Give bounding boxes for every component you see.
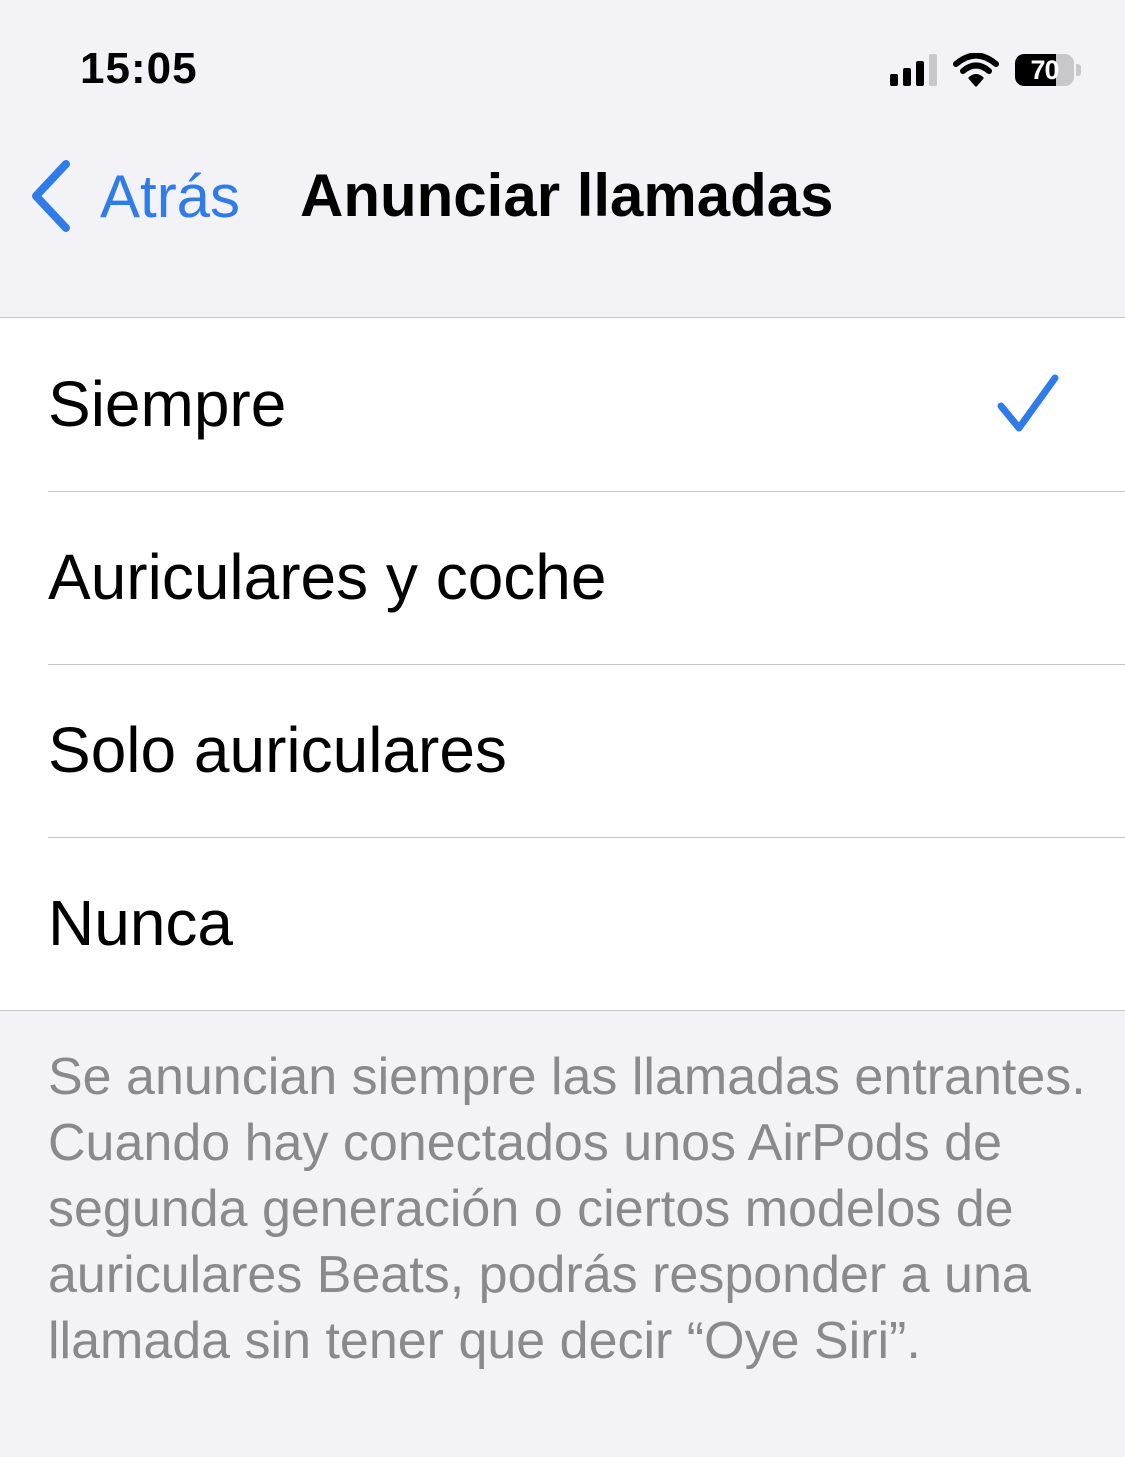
back-button[interactable]: Atrás <box>28 158 240 234</box>
chevron-left-icon <box>32 160 70 232</box>
checkmark-icon <box>997 374 1059 432</box>
battery-icon: 70 <box>1015 53 1081 87</box>
footer-note: Se anuncian siempre las llamadas entrant… <box>48 1048 1086 1370</box>
wifi-icon <box>953 53 999 87</box>
option-solo-auriculares[interactable]: Solo auriculares <box>0 664 1125 837</box>
page-title: Anunciar llamadas <box>300 162 834 229</box>
option-siempre[interactable]: Siempre <box>0 318 1125 491</box>
navigation-bar: Atrás Anunciar llamadas <box>0 140 1125 318</box>
option-label: Nunca <box>48 887 233 959</box>
status-time: 15:05 <box>80 44 198 93</box>
status-bar: 15:05 70 <box>0 0 1125 140</box>
option-label: Solo auriculares <box>48 714 507 786</box>
cellular-signal-icon <box>890 54 937 86</box>
option-label: Auriculares y coche <box>48 541 607 613</box>
option-nunca[interactable]: Nunca <box>0 837 1125 1010</box>
option-auriculares-y-coche[interactable]: Auriculares y coche <box>0 491 1125 664</box>
status-icons: 70 <box>890 50 1081 90</box>
option-label: Siempre <box>48 368 287 440</box>
option-list: Siempre Auriculares y coche Solo auricul… <box>0 318 1125 1011</box>
back-label: Atrás <box>100 162 241 230</box>
battery-level: 70 <box>1030 55 1060 85</box>
